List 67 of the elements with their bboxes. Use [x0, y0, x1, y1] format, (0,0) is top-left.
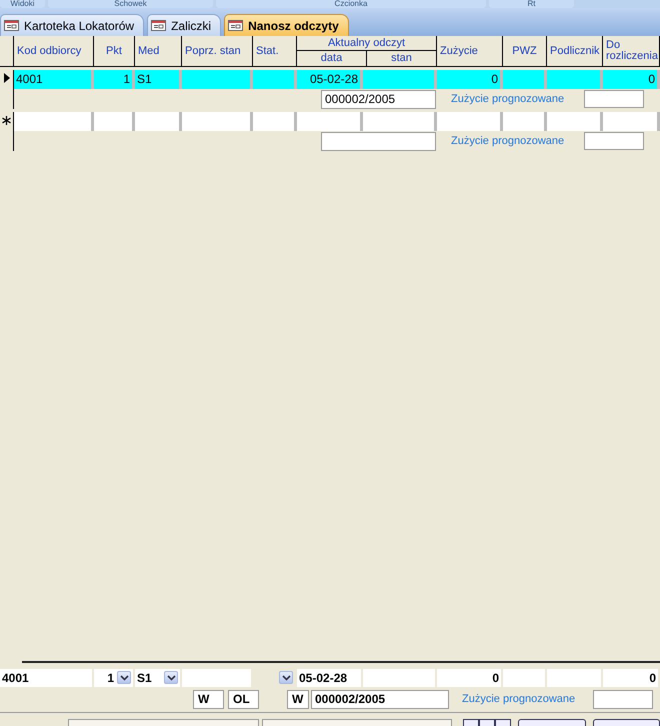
form-field[interactable]: 0	[603, 668, 658, 686]
document-number-field[interactable]: 000002/2005	[321, 90, 436, 108]
table-cell[interactable]: 0	[603, 70, 660, 89]
dropdown-icon[interactable]	[164, 671, 178, 684]
column-header: Podlicznik	[547, 36, 603, 66]
table-cell[interactable]: 05-02-28	[297, 70, 363, 89]
form-button[interactable]	[518, 719, 586, 726]
ribbon-group-label: Widoki	[0, 0, 45, 8]
column-header: PWZ	[503, 36, 547, 66]
forecast-label: Zużycie prognozowane	[462, 693, 576, 705]
form-icon	[228, 20, 244, 31]
table-cell[interactable]: S1	[135, 70, 182, 89]
nav-button[interactable]	[463, 719, 480, 726]
form-icon	[4, 20, 19, 31]
combo-field[interactable]: S1	[135, 668, 180, 686]
table-cell[interactable]	[363, 70, 437, 89]
form-icon	[151, 20, 166, 31]
new-record-icon	[2, 116, 11, 128]
table-cell[interactable]	[503, 70, 547, 89]
flag-field[interactable]: W	[193, 690, 224, 708]
column-header: Stat.	[253, 36, 297, 66]
tab[interactable]: Kartoteka Lokatorów	[0, 14, 144, 36]
form-field[interactable]: 4001	[0, 668, 92, 686]
ribbon-group-label: Schowek	[48, 0, 213, 8]
column-header: data	[297, 51, 367, 66]
dropdown-icon[interactable]	[279, 671, 293, 684]
column-header: Poprz. stan	[182, 36, 253, 66]
column-header: Kod odbiorcy	[14, 36, 94, 66]
forecast-field[interactable]	[593, 690, 654, 708]
form-field[interactable]: 0	[437, 668, 501, 686]
table-cell[interactable]	[547, 70, 603, 89]
forecast-field[interactable]	[584, 132, 644, 150]
form-field[interactable]: 05-02-28	[297, 668, 361, 686]
form-field[interactable]	[68, 719, 259, 726]
combo-field[interactable]: 1	[94, 668, 133, 686]
tab[interactable]: Nanosz odczyty	[224, 14, 349, 36]
column-header: Zużycie	[437, 36, 503, 66]
table-cell[interactable]: 4001	[14, 70, 94, 89]
ribbon-group-label: Rt	[489, 0, 574, 8]
flag-field[interactable]: W	[287, 690, 309, 708]
tab[interactable]: Zaliczki	[147, 14, 222, 36]
forecast-label: Zużycie prognozowane	[451, 135, 564, 147]
ribbon-group-label: Czcionka	[216, 0, 486, 8]
column-header: Pkt	[94, 36, 135, 66]
dropdown-icon[interactable]	[117, 671, 131, 684]
column-group-header: Aktualny odczyt	[297, 36, 436, 51]
column-header: Med	[135, 36, 182, 66]
table-cell[interactable]: 0	[437, 70, 503, 89]
document-number-field[interactable]	[321, 132, 436, 150]
nav-button[interactable]	[479, 719, 496, 726]
column-header: stan	[390, 51, 413, 66]
forecast-label: Zużycie prognozowane	[451, 93, 564, 105]
table-cell[interactable]: 1	[94, 70, 135, 89]
nav-button[interactable]	[495, 719, 512, 726]
current-record-icon	[4, 73, 10, 86]
form-button[interactable]	[592, 719, 660, 726]
form-field[interactable]	[503, 668, 545, 686]
form-field[interactable]	[262, 719, 452, 726]
flag-field[interactable]: OL	[228, 690, 259, 708]
table-cell[interactable]	[182, 70, 253, 89]
form-field[interactable]	[363, 668, 435, 686]
forecast-field[interactable]	[584, 90, 644, 108]
column-header: Do rozliczenia	[603, 36, 660, 66]
form-field[interactable]	[182, 668, 251, 686]
form-field[interactable]	[547, 668, 601, 686]
table-cell[interactable]	[253, 70, 297, 89]
document-number-field[interactable]: 000002/2005	[311, 690, 449, 708]
